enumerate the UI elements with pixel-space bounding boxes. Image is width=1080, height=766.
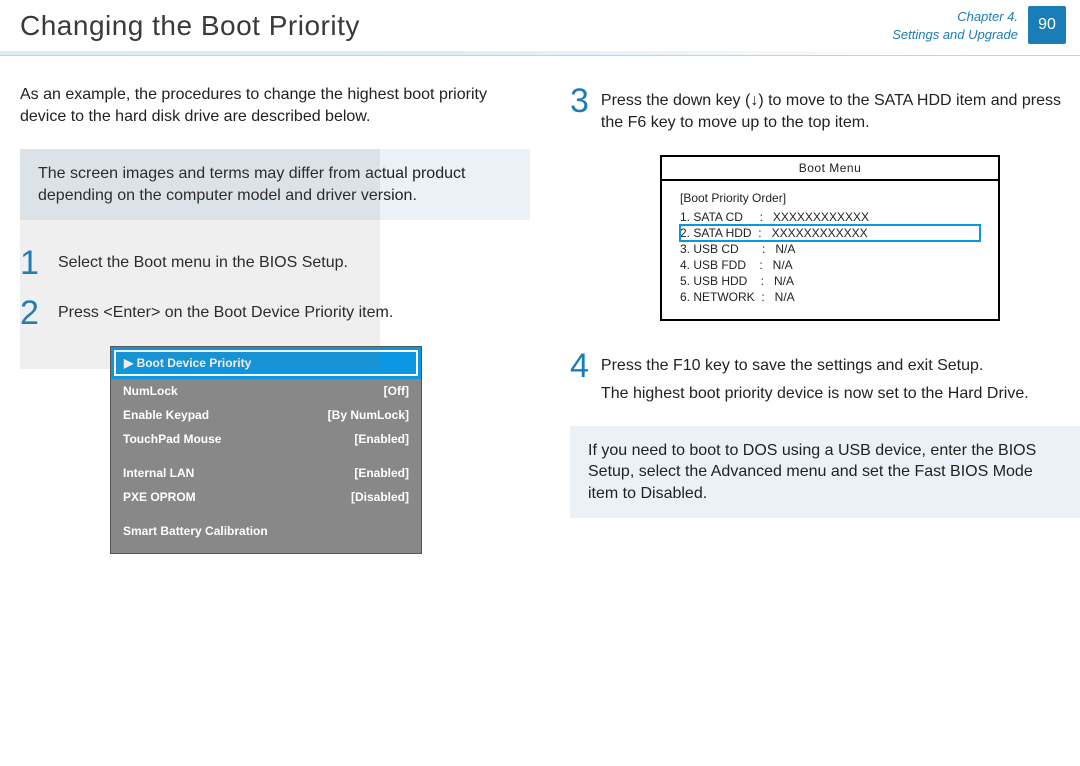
step-2: 2 Press <Enter> on the Boot Device Prior… <box>20 296 530 330</box>
note-box-variance: The screen images and terms may differ f… <box>20 149 530 220</box>
step-number-2: 2 <box>20 296 46 330</box>
step-3-text: Press the down key (↓) to move to the SA… <box>601 84 1080 135</box>
header-accent <box>0 51 1080 55</box>
boot-menu-item: 1. SATA CD : XXXXXXXXXXXX <box>680 209 980 225</box>
step-number-3: 3 <box>570 84 589 118</box>
right-column: 3 Press the down key (↓) to move to the … <box>570 84 1080 554</box>
boot-menu-section-label: [Boot Priority Order] <box>680 191 980 205</box>
bios-footer-row: Smart Battery Calibration <box>111 519 421 543</box>
down-arrow-icon: (↓) <box>745 92 764 109</box>
step-1-text: Select the Boot menu in the BIOS Setup. <box>58 246 348 274</box>
step-3: 3 Press the down key (↓) to move to the … <box>570 84 1080 135</box>
boot-menu-item: 3. USB CD : N/A <box>680 241 980 257</box>
bios-selected-row: ▶ Boot Device Priority <box>111 347 421 379</box>
page-title: Changing the Boot Priority <box>20 10 360 42</box>
step-2-text: Press <Enter> on the Boot Device Priorit… <box>58 296 393 324</box>
step-1: 1 Select the Boot menu in the BIOS Setup… <box>20 246 530 280</box>
note-box-dos: If you need to boot to DOS using a USB d… <box>570 426 1080 519</box>
boot-menu-item: 2. SATA HDD : XXXXXXXXXXXX <box>680 225 980 241</box>
note-text: The screen images and terms may differ f… <box>38 165 465 204</box>
chapter-label: Chapter 4. Settings and Upgrade <box>892 8 1018 43</box>
step-number-4: 4 <box>570 349 589 383</box>
boot-menu-screenshot: Boot Menu [Boot Priority Order] 1. SATA … <box>660 155 1000 321</box>
left-column: As an example, the procedures to change … <box>20 84 530 554</box>
intro-paragraph: As an example, the procedures to change … <box>20 84 530 127</box>
step-4-text: Press the F10 key to save the settings a… <box>601 349 1029 406</box>
bios-screenshot-left: ▶ Boot Device Priority NumLock[Off]Enabl… <box>110 346 422 554</box>
boot-menu-item: 4. USB FDD : N/A <box>680 257 980 273</box>
page-header: Changing the Boot Priority Chapter 4. Se… <box>0 0 1080 56</box>
bios-row: Enable Keypad[By NumLock] <box>111 403 421 427</box>
chapter-line-2: Settings and Upgrade <box>892 27 1018 42</box>
bios-row: Internal LAN[Enabled] <box>111 461 421 485</box>
chapter-line-1: Chapter 4. <box>957 9 1018 24</box>
page-number-badge: 90 <box>1028 6 1066 44</box>
bios-row: TouchPad Mouse[Enabled] <box>111 427 421 451</box>
boot-menu-title: Boot Menu <box>662 157 998 181</box>
step-4: 4 Press the F10 key to save the settings… <box>570 349 1080 406</box>
bios-row: PXE OPROM[Disabled] <box>111 485 421 509</box>
bios-row: NumLock[Off] <box>111 379 421 403</box>
boot-menu-item: 5. USB HDD : N/A <box>680 273 980 289</box>
boot-menu-item: 6. NETWORK : N/A <box>680 289 980 305</box>
step-number-1: 1 <box>20 246 46 280</box>
step-4-result: The highest boot priority device is now … <box>601 385 1029 402</box>
